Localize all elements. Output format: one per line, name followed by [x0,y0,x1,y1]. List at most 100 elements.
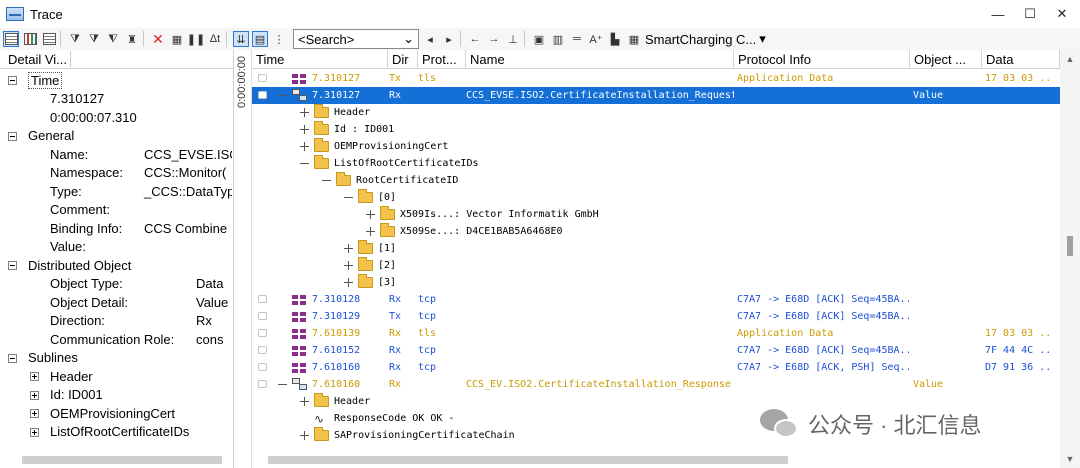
collapse-toggle-icon[interactable] [344,193,353,202]
detail-row[interactable]: Direction: Rx [0,312,232,331]
table-row[interactable]: 7.310129 Tx tcp C7A7 -> E68D [ACK] Seq=45BA… [252,308,1060,325]
column-header-name[interactable]: Name [466,50,734,69]
expand-toggle-icon[interactable] [366,227,375,236]
table-row[interactable]: [0] [252,189,1060,206]
table-row[interactable]: 7.310128 Rx tcp C7A7 -> E68D [ACK] Seq=45BA… [252,291,1060,308]
grid-horizontal-scrollbar[interactable] [268,456,788,464]
table-row[interactable]: 7.610160 Rx tcp C7A7 -> E68D [ACK, PSH] Seq… [252,359,1060,376]
detail-row[interactable]: 7.310127 [0,90,232,109]
column-header-protocol[interactable]: Prot... [418,50,466,69]
table-row[interactable]: 7.610152 Rx tcp C7A7 -> E68D [ACK] Seq=45BA… [252,342,1060,359]
grid-vertical-scrollbar[interactable]: ▲ ▼ [1060,50,1080,468]
detail-row[interactable]: Communication Role: cons [0,330,232,349]
table-row[interactable]: [3] [252,274,1060,291]
font-size-button[interactable]: A⁺ [588,31,604,47]
disabled-tool-button[interactable]: ▦ [169,31,185,47]
bookmark-marker-icon[interactable] [258,91,267,99]
search-backward-button[interactable]: ◂ [422,31,438,47]
column-mode-button[interactable]: ▤ [252,31,268,47]
detail-row[interactable]: Sublines [0,349,232,368]
expand-toggle-icon[interactable] [300,397,309,406]
collapse-toggle-icon[interactable] [8,131,17,141]
collapse-toggle-icon[interactable] [278,91,287,100]
table-row[interactable]: 7.610139 Rx tls Application Data 17 03 03 .. [252,325,1060,342]
clear-button[interactable]: ✕ [150,31,166,47]
table-row[interactable]: [2] [252,257,1060,274]
column-header-data[interactable]: Data [982,50,1060,69]
detail-row[interactable]: Time [0,71,232,90]
line-style-button[interactable]: ═ [569,31,585,47]
table-row[interactable]: Id : ID001 [252,121,1060,138]
collapse-toggle-icon[interactable] [278,380,287,389]
search-dropdown-icon[interactable]: ⌄ [403,31,414,47]
collapse-toggle-icon[interactable] [8,76,17,85]
detail-row[interactable]: General [0,127,232,146]
expand-toggle-icon[interactable] [344,244,353,253]
filter-button[interactable]: ⧩ [67,31,83,47]
filter-clear-button[interactable]: ⧩ [86,31,102,47]
table-row[interactable]: Header [252,104,1060,121]
expand-toggle-icon[interactable] [344,278,353,287]
collapse-toggle-icon[interactable] [300,159,309,168]
column-header-dir[interactable]: Dir [388,50,418,69]
detail-row[interactable]: Object Detail: Value [0,293,232,312]
table-row[interactable]: X509Is...: Vector Informatik GmbH [252,206,1060,223]
bookmark-marker-icon[interactable] [258,329,267,337]
detail-view-toggle-button[interactable] [3,31,19,47]
disabled-column-button[interactable]: ⋮ [271,31,287,47]
marker-button[interactable]: ⊥ [505,31,521,47]
close-button[interactable]: ✕ [1044,0,1080,28]
table-row[interactable]: [1] [252,240,1060,257]
maximize-button[interactable]: ☐ [1012,0,1048,28]
collapse-toggle-icon[interactable] [322,176,331,185]
detail-row[interactable]: Name: CCS_EVSE.ISO [0,145,232,164]
delta-time-button[interactable]: Δt [207,31,223,47]
column-header-time[interactable]: Time [252,50,388,69]
search-forward-button[interactable]: ▸ [441,31,457,47]
detail-row[interactable]: Object Type: Data [0,275,232,294]
expand-toggle-icon[interactable] [30,409,39,418]
table-row[interactable]: 7.310127 Tx tls Application Data 17 03 03 .. [252,70,1060,87]
detail-row[interactable]: Namespace: CCS::Monitor( [0,164,232,183]
collapse-toggle-icon[interactable] [8,261,17,270]
expand-toggle-icon[interactable] [344,261,353,270]
detail-row[interactable]: Id: ID001 [0,386,232,405]
detail-row[interactable]: Header [0,367,232,386]
bookmark-marker-icon[interactable] [258,74,267,82]
detail-horizontal-scrollbar[interactable] [22,456,222,464]
expand-toggle-icon[interactable] [300,108,309,117]
table-row[interactable]: ListOfRootCertificateIDs [252,155,1060,172]
column-header-protocol-info[interactable]: Protocol Info [734,50,910,69]
bookmark-marker-icon[interactable] [258,346,267,354]
detail-row[interactable]: OEMProvisioningCert [0,404,232,423]
expand-toggle-icon[interactable] [30,372,39,381]
nav-forward-button[interactable]: → [486,31,502,47]
scroll-down-arrow[interactable]: ▼ [1065,454,1075,464]
nav-back-button[interactable]: ← [467,31,483,47]
detail-row[interactable]: ListOfRootCertificateIDs [0,423,232,442]
bookmark-marker-icon[interactable] [258,380,267,388]
expand-toggle-icon[interactable] [30,390,39,400]
detail-row[interactable]: Distributed Object [0,256,232,275]
smartcharging-dropdown[interactable]: SmartCharging C... [645,32,756,47]
smartcharging-dropdown-arrow[interactable]: ▾ [759,31,766,47]
filter-list-button[interactable]: ⧨ [105,31,121,47]
column-header-object[interactable]: Object ... [910,50,982,69]
table-row[interactable]: 7.610160 Rx CCS_EV.ISO2.CertificateInstall… [252,376,1060,393]
scroll-thumb[interactable] [1067,236,1073,256]
expand-toggle-icon[interactable] [300,142,309,151]
pause-button[interactable]: ❚❚ [187,31,205,47]
table-row[interactable]: X509Se...: D4CE1BAB5A6468E0 [252,223,1060,240]
detail-row[interactable]: Type: _CCS::DataTyp [0,182,232,201]
detail-row[interactable]: Value: [0,238,232,257]
collapse-toggle-icon[interactable] [8,353,17,363]
detail-view-column-header[interactable]: Detail Vi... [0,52,70,67]
detail-row[interactable]: Comment: [0,201,232,220]
bookmark-marker-icon[interactable] [258,295,267,303]
scroll-up-arrow[interactable]: ▲ [1065,54,1075,64]
find-button[interactable]: ♜ [124,31,140,47]
expand-toggle-icon[interactable] [366,210,375,219]
search-input[interactable]: <Search> ⌄ [293,29,419,49]
minimize-button[interactable]: — [980,0,1016,28]
color-button[interactable]: ▙ [607,31,623,47]
